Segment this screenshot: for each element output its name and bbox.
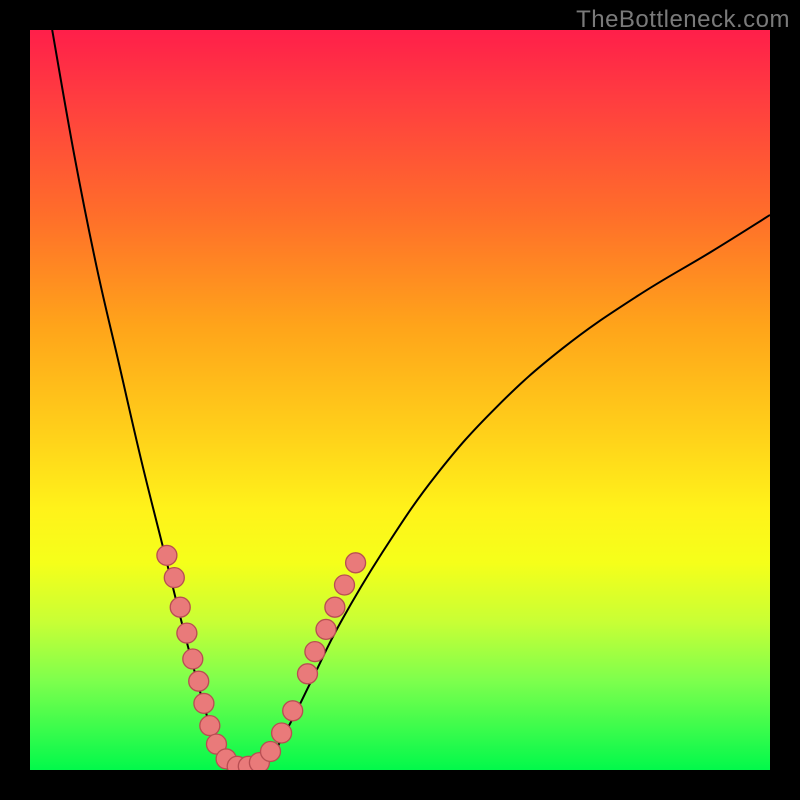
data-point [189, 671, 209, 691]
data-point [164, 568, 184, 588]
data-point [200, 716, 220, 736]
data-point [325, 597, 345, 617]
data-point [170, 597, 190, 617]
data-point [346, 553, 366, 573]
plot-area [30, 30, 770, 770]
data-point [194, 693, 214, 713]
dots-layer [157, 545, 366, 770]
data-point [316, 619, 336, 639]
curve-layer [52, 30, 770, 770]
bottleneck-curve [52, 30, 770, 770]
data-point [157, 545, 177, 565]
data-point [272, 723, 292, 743]
data-point [298, 664, 318, 684]
data-point [177, 623, 197, 643]
data-point [305, 642, 325, 662]
data-point [261, 742, 281, 762]
data-point [283, 701, 303, 721]
data-point [335, 575, 355, 595]
chart-container: TheBottleneck.com [0, 0, 800, 800]
curve-svg [30, 30, 770, 770]
data-point [183, 649, 203, 669]
